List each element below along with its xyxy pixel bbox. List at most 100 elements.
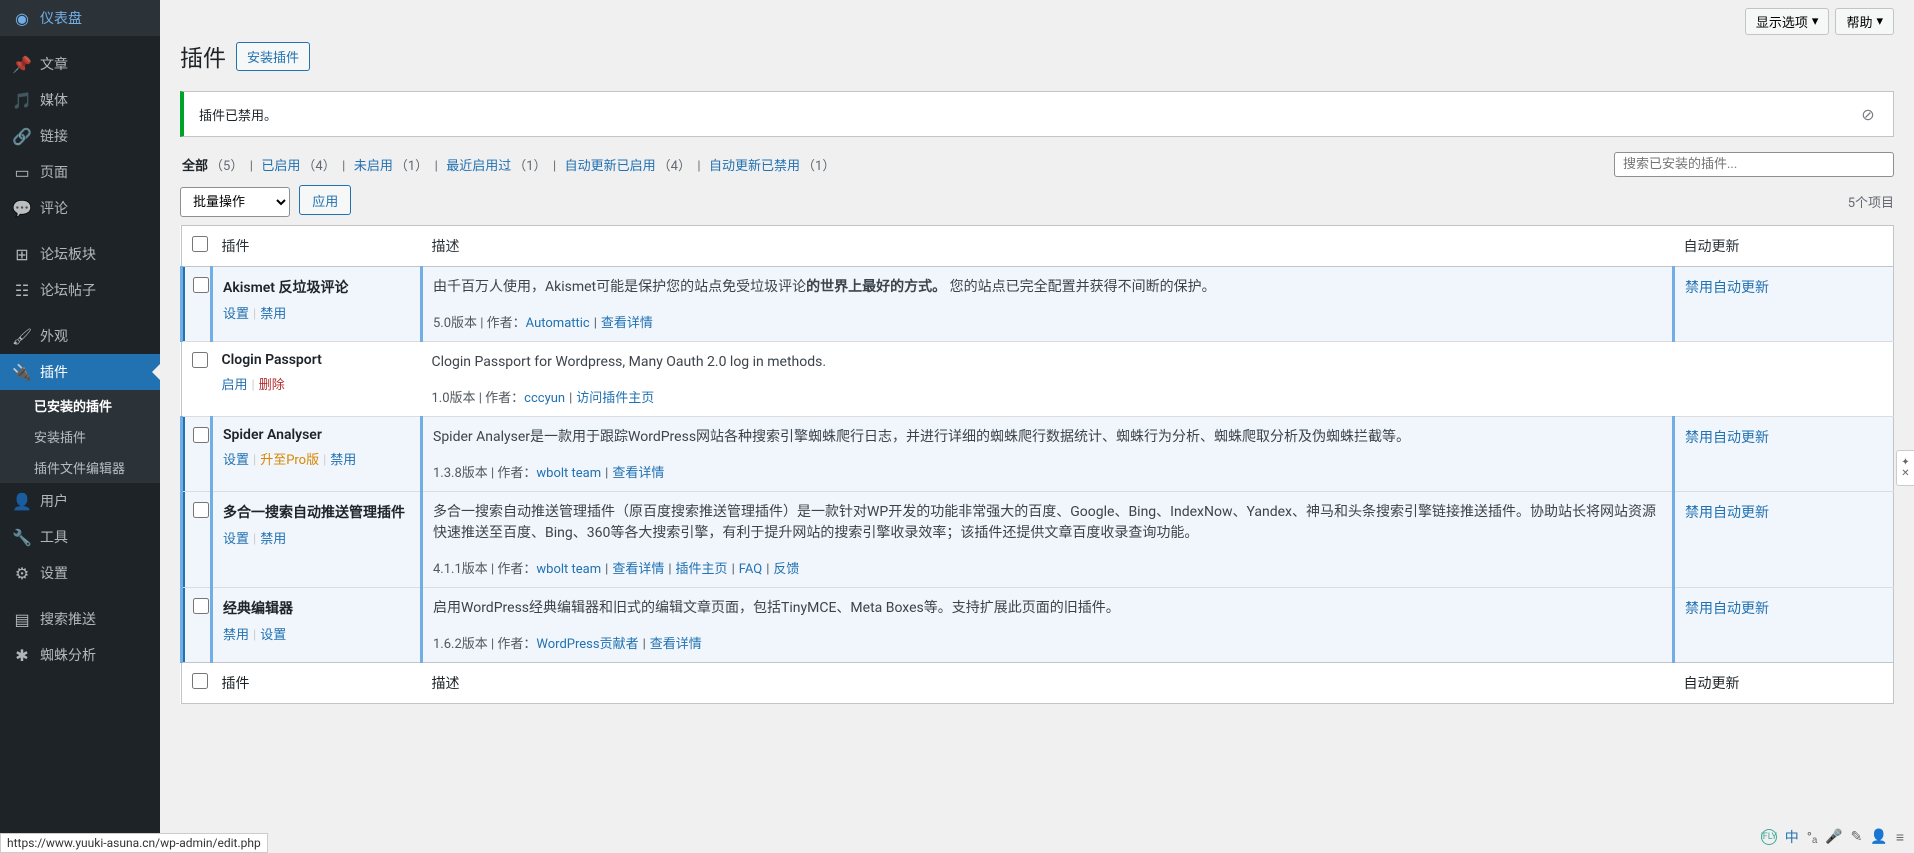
ime-cn-icon[interactable]: 中	[1785, 827, 1799, 847]
success-notice: 插件已禁用。 ⊘	[180, 91, 1894, 137]
add-new-plugin-button[interactable]: 安装插件	[236, 42, 310, 71]
plugin-row: Clogin Passport启用|删除Clogin Passport for …	[182, 342, 1894, 417]
chevron-down-icon: ▾	[1876, 14, 1883, 29]
select-all-checkbox[interactable]	[192, 236, 208, 252]
filter-all[interactable]: 全部	[180, 159, 210, 174]
sidebar-item-appearance[interactable]: 🖌外观	[0, 318, 160, 354]
plugin-meta-link[interactable]: 插件主页	[676, 562, 728, 577]
plugin-meta-link[interactable]: FAQ	[739, 562, 762, 577]
sidebar-item-media[interactable]: 🎵媒体	[0, 82, 160, 118]
plugin-action-link[interactable]: 禁用	[260, 307, 286, 322]
sidebar-item-forum-posts[interactable]: ☷论坛帖子	[0, 272, 160, 308]
plugin-action-link[interactable]: 禁用	[260, 532, 286, 547]
plugin-author-link[interactable]: Automattic	[526, 316, 590, 331]
plugin-row-actions: 禁用|设置	[223, 624, 410, 643]
plugin-author-link[interactable]: WordPress贡献者	[536, 637, 638, 652]
wrench-icon: 🔧	[12, 527, 32, 547]
plugin-meta-link[interactable]: 查看详情	[601, 316, 653, 331]
plugin-action-link[interactable]: 禁用	[330, 453, 356, 468]
user-icon: 👤	[12, 491, 32, 511]
top-bar: 显示选项 ▾ 帮助 ▾	[160, 0, 1914, 39]
filter-recent[interactable]: 最近启用过	[444, 159, 513, 174]
ime-user-icon[interactable]: 👤	[1870, 829, 1887, 845]
sidebar-item-forum-boards[interactable]: ⊞论坛板块	[0, 236, 160, 272]
filter-inactive[interactable]: 未启用	[352, 159, 395, 174]
plugin-author-link[interactable]: cccyun	[524, 391, 565, 406]
plugin-meta-link[interactable]: 访问插件主页	[576, 391, 654, 406]
settings-icon: ⚙	[12, 563, 32, 583]
plugin-checkbox[interactable]	[193, 277, 209, 293]
auto-update-toggle[interactable]: 禁用自动更新	[1685, 601, 1769, 617]
plugin-action-link[interactable]: 启用	[222, 378, 248, 393]
screen-options-button[interactable]: 显示选项 ▾	[1745, 8, 1830, 35]
search-plugins-input[interactable]	[1614, 152, 1894, 177]
ime-toolbar: iFLY 中 °ₐ 🎤 ✎ 👤 ≡	[1761, 827, 1904, 847]
sidebar-item-posts[interactable]: 📌文章	[0, 46, 160, 82]
plugins-submenu: 已安装的插件 安装插件 插件文件编辑器	[0, 390, 160, 483]
posts-icon: ☷	[12, 280, 32, 300]
plugin-action-link[interactable]: 设置	[223, 307, 249, 322]
sidebar-item-dashboard[interactable]: ◉仪表盘	[0, 0, 160, 36]
plugin-checkbox[interactable]	[193, 502, 209, 518]
apply-bulk-button[interactable]: 应用	[299, 185, 351, 215]
ime-mic-icon[interactable]: 🎤	[1825, 829, 1842, 845]
sidebar-item-pages[interactable]: ▭页面	[0, 154, 160, 190]
sidebar-item-search-push[interactable]: ▤搜索推送	[0, 601, 160, 637]
plugin-meta-link[interactable]: 查看详情	[650, 637, 702, 652]
plugin-action-link[interactable]: 升至Pro版	[260, 453, 319, 468]
plugin-action-link[interactable]: 删除	[259, 378, 285, 393]
pin-icon: 📌	[12, 54, 32, 74]
col-plugin-header[interactable]: 插件	[212, 226, 422, 267]
ime-edit-icon[interactable]: ✎	[1851, 829, 1863, 845]
sidebar-item-settings[interactable]: ⚙设置	[0, 555, 160, 591]
plugin-checkbox[interactable]	[193, 427, 209, 443]
plugin-row: 经典编辑器禁用|设置启用WordPress经典编辑器和旧式的编辑文章页面，包括T…	[182, 588, 1894, 663]
boards-icon: ⊞	[12, 244, 32, 264]
close-icon: ⊘	[1861, 105, 1874, 124]
hover-status-url: https://www.yuuki-asuna.cn/wp-admin/edit…	[0, 833, 268, 853]
spider-icon: ✱	[12, 645, 32, 665]
select-all-checkbox-bottom[interactable]	[192, 673, 208, 689]
plugin-title: Clogin Passport	[222, 352, 412, 368]
sidebar-item-users[interactable]: 👤用户	[0, 483, 160, 519]
plugin-meta-link[interactable]: 查看详情	[612, 562, 664, 577]
ime-punct-icon[interactable]: °ₐ	[1807, 829, 1817, 846]
sidebar-item-links[interactable]: 🔗链接	[0, 118, 160, 154]
ime-menu-icon[interactable]: ≡	[1896, 829, 1904, 846]
right-edge-widget[interactable]: ✦✕	[1896, 450, 1914, 486]
plugin-meta: 5.0版本 | 作者：Automattic|查看详情	[433, 312, 1662, 331]
dismiss-notice-button[interactable]: ⊘	[1858, 104, 1878, 124]
help-button[interactable]: 帮助 ▾	[1835, 8, 1894, 35]
auto-update-toggle[interactable]: 禁用自动更新	[1685, 505, 1769, 521]
plugin-action-link[interactable]: 设置	[223, 532, 249, 547]
col-desc-header[interactable]: 描述	[422, 226, 1674, 267]
plugin-meta-link[interactable]: 查看详情	[612, 466, 664, 481]
plugin-meta-link[interactable]: 反馈	[773, 562, 799, 577]
filter-active[interactable]: 已启用	[259, 159, 302, 174]
plugin-author-link[interactable]: wbolt team	[536, 562, 601, 577]
plugin-title: 经典编辑器	[223, 598, 410, 618]
plugin-meta: 4.1.1版本 | 作者：wbolt team|查看详情|插件主页|FAQ|反馈	[433, 558, 1662, 577]
auto-update-toggle[interactable]: 禁用自动更新	[1685, 280, 1769, 296]
submenu-plugin-editor[interactable]: 插件文件编辑器	[0, 452, 160, 483]
plugin-row-actions: 设置|禁用	[223, 528, 410, 547]
plugin-checkbox[interactable]	[193, 598, 209, 614]
auto-update-toggle[interactable]: 禁用自动更新	[1685, 430, 1769, 446]
plugin-author-link[interactable]: wbolt team	[536, 466, 601, 481]
col-auto-header[interactable]: 自动更新	[1674, 226, 1894, 267]
sidebar-item-spider[interactable]: ✱蜘蛛分析	[0, 637, 160, 673]
ime-logo-icon[interactable]: iFLY	[1761, 829, 1777, 845]
sidebar-item-tools[interactable]: 🔧工具	[0, 519, 160, 555]
bulk-action-select[interactable]: 批量操作	[180, 187, 290, 217]
filter-auto-off[interactable]: 自动更新已禁用	[707, 159, 802, 174]
plugin-action-link[interactable]: 设置	[260, 628, 286, 643]
plugin-checkbox[interactable]	[192, 352, 208, 368]
submenu-add-plugin[interactable]: 安装插件	[0, 421, 160, 452]
filter-auto-on[interactable]: 自动更新已启用	[563, 159, 658, 174]
comment-icon: 💬	[12, 198, 32, 218]
plugin-action-link[interactable]: 设置	[223, 453, 249, 468]
sidebar-item-plugins[interactable]: 🔌插件	[0, 354, 160, 390]
sidebar-item-comments[interactable]: 💬评论	[0, 190, 160, 226]
submenu-installed-plugins[interactable]: 已安装的插件	[0, 390, 160, 421]
plugin-action-link[interactable]: 禁用	[223, 628, 249, 643]
